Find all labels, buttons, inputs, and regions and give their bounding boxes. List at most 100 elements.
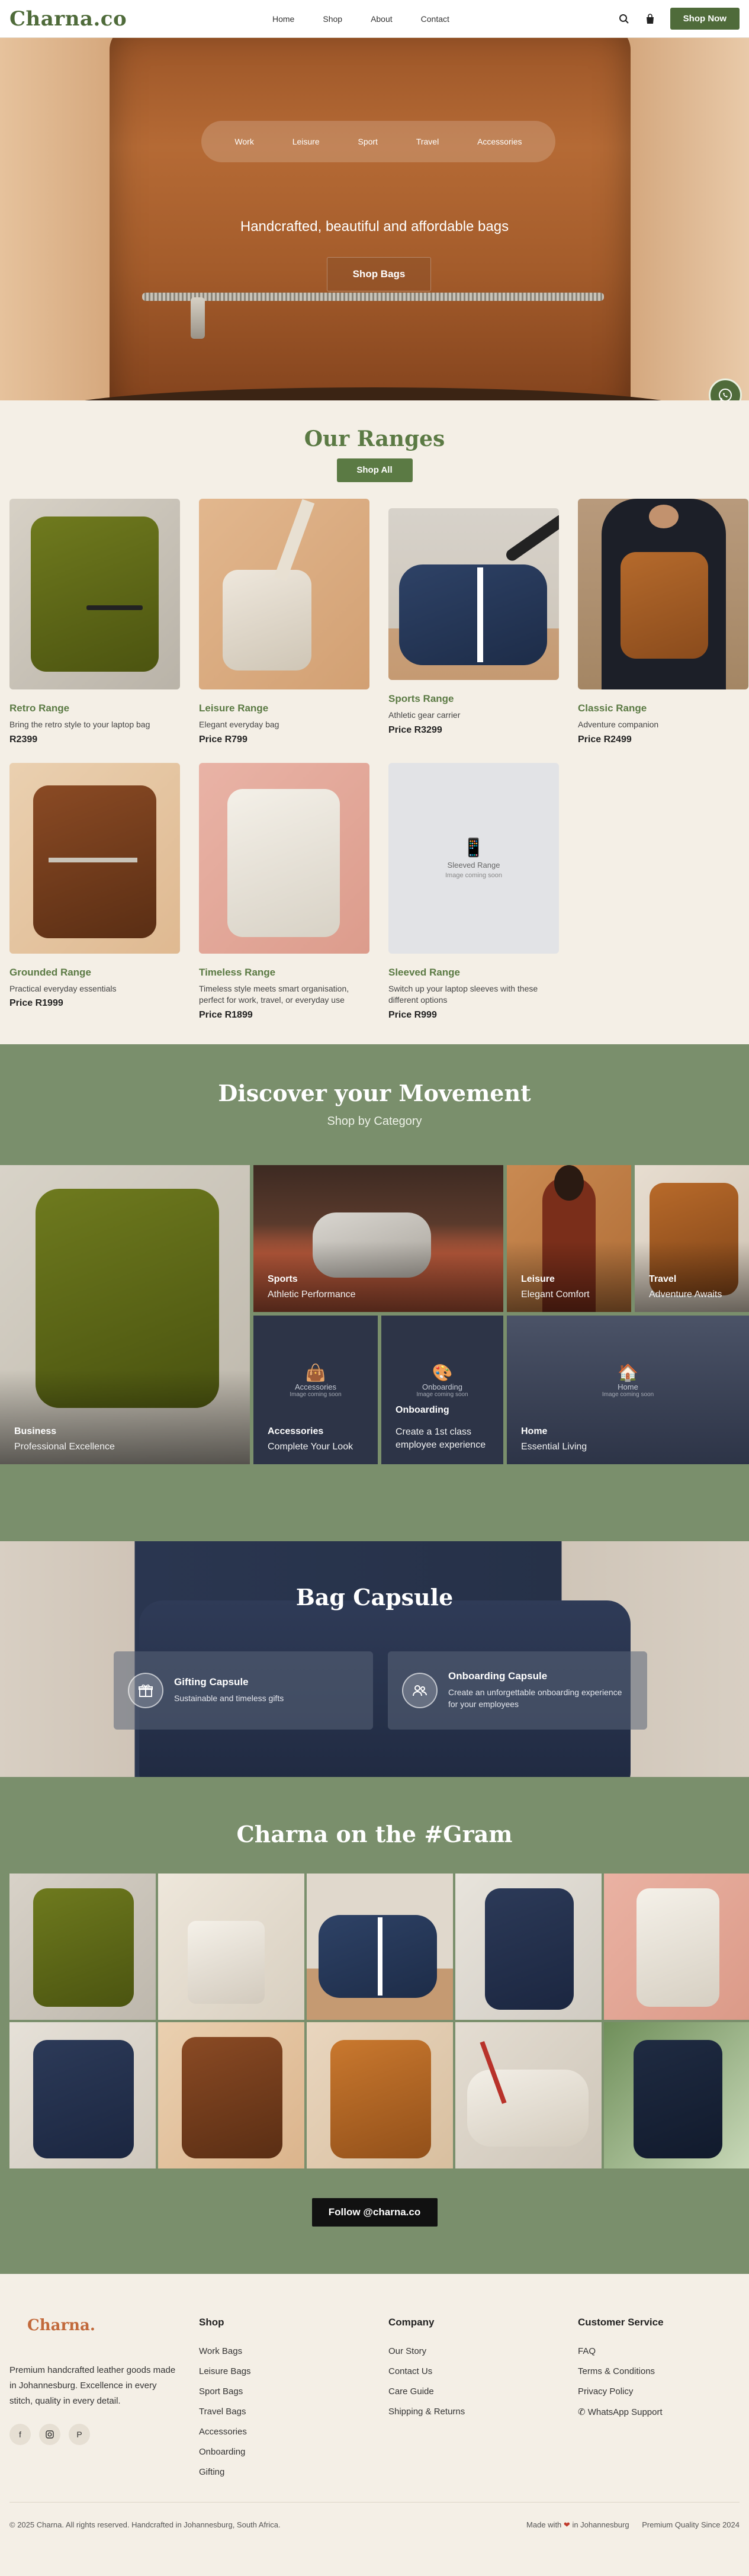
instagram-icon[interactable] bbox=[39, 2423, 60, 2445]
category-label: Leisure bbox=[521, 1273, 555, 1284]
footer-link-accessories[interactable]: Accessories bbox=[199, 2427, 251, 2437]
nav-link-home[interactable]: Home bbox=[272, 14, 294, 24]
footer-link-faq[interactable]: FAQ bbox=[578, 2346, 664, 2356]
hero-category-pills: Work Leisure Sport Travel Accessories bbox=[201, 121, 555, 162]
bag-capsule-section: Bag Capsule Gifting Capsule Sustainable … bbox=[0, 1541, 749, 1777]
footer-link-onboarding[interactable]: Onboarding bbox=[199, 2447, 251, 2457]
product-image[interactable] bbox=[199, 762, 369, 954]
instagram-post[interactable] bbox=[307, 2022, 453, 2168]
footer-link-our-story[interactable]: Our Story bbox=[388, 2346, 465, 2356]
category-tile-business[interactable]: Business Professional Excellence bbox=[0, 1165, 250, 1464]
main-menu: Home Shop About Contact bbox=[272, 14, 449, 24]
product-name[interactable]: Classic Range bbox=[578, 702, 748, 714]
footer-link-privacy[interactable]: Privacy Policy bbox=[578, 2386, 664, 2397]
instagram-post[interactable] bbox=[9, 1873, 156, 2020]
product-name[interactable]: Grounded Range bbox=[9, 967, 180, 979]
product-name[interactable]: Sports Range bbox=[388, 693, 559, 705]
product-card-sports[interactable]: Sports Range Athletic gear carrier Price… bbox=[388, 499, 559, 745]
footer-link-terms[interactable]: Terms & Conditions bbox=[578, 2366, 664, 2376]
category-tile-onboarding[interactable]: 🎨 Onboarding Image coming soon Onboardin… bbox=[381, 1315, 503, 1464]
product-card-retro[interactable]: Retro Range Bring the retro style to you… bbox=[9, 499, 180, 745]
product-card-leisure[interactable]: Leisure Range Elegant everyday bag Price… bbox=[199, 499, 369, 745]
footer-link-work-bags[interactable]: Work Bags bbox=[199, 2346, 251, 2356]
category-subtitle: Adventure Awaits bbox=[649, 1289, 722, 1300]
product-image[interactable] bbox=[578, 499, 748, 689]
product-name[interactable]: Retro Range bbox=[9, 702, 180, 714]
footer-link-sport-bags[interactable]: Sport Bags bbox=[199, 2386, 251, 2397]
site-logo[interactable]: Charna.co bbox=[9, 7, 127, 31]
hero-tagline: Handcrafted, beautiful and affordable ba… bbox=[240, 219, 509, 235]
category-label: Accessories bbox=[268, 1426, 324, 1436]
category-grid: Business Professional Excellence Sports … bbox=[0, 1165, 749, 1464]
category-tile-accessories[interactable]: 👜 Accessories Image coming soon Accessor… bbox=[253, 1315, 378, 1464]
instagram-post[interactable] bbox=[604, 1873, 749, 2020]
nav-link-contact[interactable]: Contact bbox=[421, 14, 449, 24]
product-card-classic[interactable]: Classic Range Adventure companion Price … bbox=[578, 499, 748, 745]
follow-instagram-button[interactable]: Follow @charna.co bbox=[311, 2198, 438, 2227]
product-card-timeless[interactable]: Timeless Range Timeless style meets smar… bbox=[199, 762, 369, 1021]
product-name[interactable]: Timeless Range bbox=[199, 967, 369, 979]
footer-bottom-bar: © 2025 Charna. All rights reserved. Hand… bbox=[9, 2501, 740, 2530]
product-name[interactable]: Leisure Range bbox=[199, 702, 369, 714]
category-tile-home[interactable]: 🏠 Home Image coming soon Home Essential … bbox=[507, 1315, 749, 1464]
shop-now-button[interactable]: Shop Now bbox=[670, 8, 740, 30]
our-ranges-section: Our Ranges Shop All Retro Range Bring th… bbox=[0, 400, 749, 1044]
footer-heading: Shop bbox=[199, 2316, 224, 2328]
footer-heading: Customer Service bbox=[578, 2316, 664, 2328]
instagram-post[interactable] bbox=[158, 2022, 304, 2168]
product-card-sleeved[interactable]: 📱 Sleeved Range Image coming soon Sleeve… bbox=[388, 762, 559, 1021]
placeholder-note: Image coming soon bbox=[445, 871, 502, 879]
category-tile-sports[interactable]: Sports Athletic Performance bbox=[253, 1165, 503, 1312]
capsule-card-description: Sustainable and timeless gifts bbox=[174, 1693, 284, 1703]
footer-link-travel-bags[interactable]: Travel Bags bbox=[199, 2407, 251, 2417]
product-name[interactable]: Sleeved Range bbox=[388, 967, 559, 979]
pinterest-icon[interactable]: P bbox=[69, 2423, 90, 2445]
footer-service-column: Customer Service FAQ Terms & Conditions … bbox=[578, 2317, 664, 2417]
nav-link-shop[interactable]: Shop bbox=[323, 14, 342, 24]
shop-bags-button[interactable]: Shop Bags bbox=[327, 257, 431, 291]
whatsapp-icon: ✆ bbox=[578, 2407, 588, 2417]
footer-link-shipping-returns[interactable]: Shipping & Returns bbox=[388, 2407, 465, 2417]
hero-category-accessories[interactable]: Accessories bbox=[477, 137, 522, 146]
footer-link-gifting[interactable]: Gifting bbox=[199, 2467, 251, 2477]
shopping-bag-icon[interactable] bbox=[644, 13, 656, 25]
hero-category-travel[interactable]: Travel bbox=[416, 137, 439, 146]
product-price: Price R1899 bbox=[199, 1009, 253, 1020]
product-image[interactable] bbox=[199, 499, 369, 689]
nav-link-about[interactable]: About bbox=[371, 14, 393, 24]
top-navigation: Charna.co Home Shop About Contact Shop N… bbox=[0, 0, 749, 38]
product-image[interactable] bbox=[388, 508, 559, 680]
gifting-capsule-card[interactable]: Gifting Capsule Sustainable and timeless… bbox=[114, 1651, 373, 1730]
product-price: Price R999 bbox=[388, 1009, 437, 1020]
instagram-post[interactable] bbox=[455, 2022, 602, 2168]
hero-category-work[interactable]: Work bbox=[234, 137, 253, 146]
footer-link-contact-us[interactable]: Contact Us bbox=[388, 2366, 465, 2376]
product-price: R2399 bbox=[9, 734, 38, 745]
category-tile-leisure[interactable]: Leisure Elegant Comfort bbox=[507, 1165, 631, 1312]
product-image-placeholder[interactable]: 📱 Sleeved Range Image coming soon bbox=[388, 762, 559, 954]
footer-link-leisure-bags[interactable]: Leisure Bags bbox=[199, 2366, 251, 2376]
phone-icon: 📱 bbox=[462, 838, 485, 858]
product-price: Price R799 bbox=[199, 734, 247, 745]
instagram-post[interactable] bbox=[9, 2022, 156, 2168]
hero-category-leisure[interactable]: Leisure bbox=[292, 137, 320, 146]
search-icon[interactable] bbox=[618, 13, 630, 25]
onboarding-capsule-card[interactable]: Onboarding Capsule Create an unforgettab… bbox=[388, 1651, 647, 1730]
facebook-icon[interactable]: f bbox=[9, 2423, 31, 2445]
nav-actions: Shop Now bbox=[618, 8, 740, 30]
instagram-post[interactable] bbox=[604, 2022, 749, 2168]
product-image[interactable] bbox=[9, 499, 180, 689]
instagram-post[interactable] bbox=[158, 1873, 304, 2020]
footer-logo[interactable]: Charna. bbox=[27, 2317, 181, 2334]
category-tile-travel[interactable]: Travel Adventure Awaits bbox=[635, 1165, 749, 1312]
hero-category-sport[interactable]: Sport bbox=[358, 137, 377, 146]
category-subtitle: Essential Living bbox=[521, 1441, 587, 1452]
shop-all-button[interactable]: Shop All bbox=[336, 458, 413, 482]
product-card-grounded[interactable]: Grounded Range Practical everyday essent… bbox=[9, 762, 180, 1021]
instagram-post[interactable] bbox=[307, 1873, 453, 2020]
gram-title: Charna on the #Gram bbox=[236, 1820, 513, 1847]
footer-link-whatsapp-support[interactable]: ✆ WhatsApp Support bbox=[578, 2407, 664, 2417]
product-image[interactable] bbox=[9, 762, 180, 954]
instagram-post[interactable] bbox=[455, 1873, 602, 2020]
footer-link-care-guide[interactable]: Care Guide bbox=[388, 2386, 465, 2397]
